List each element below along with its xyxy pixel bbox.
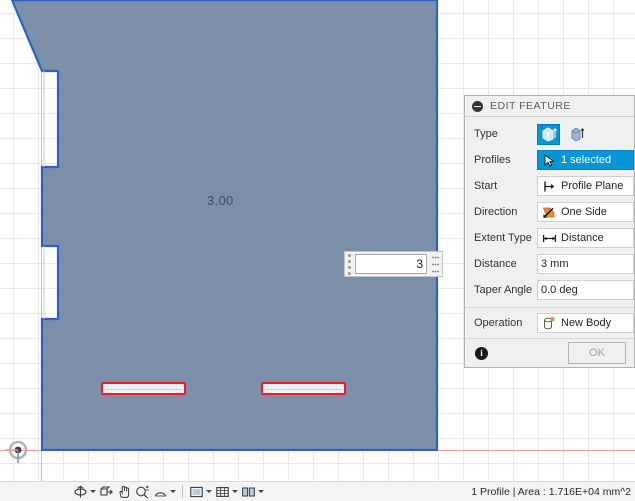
editor-options-handle[interactable]: [428, 252, 442, 276]
extruded-body-profile[interactable]: [11, 0, 438, 451]
direction-dropdown[interactable]: One Side: [537, 202, 634, 222]
row-label-profiles: Profiles: [474, 154, 511, 166]
editor-drag-handle-left[interactable]: [345, 252, 354, 276]
cursor-arrow-icon: [541, 152, 557, 168]
toolbar-divider-1: [182, 485, 183, 498]
row-label-start: Start: [474, 180, 498, 192]
extrude-surface-type-button[interactable]: [565, 124, 588, 145]
distance-value: 3 mm: [541, 258, 569, 270]
profiles-selection-field[interactable]: 1 selected: [537, 150, 634, 170]
orbit-caret-icon[interactable]: [90, 490, 96, 493]
distance-value-input[interactable]: [355, 254, 427, 274]
orbit-tool-button[interactable]: [72, 483, 97, 501]
dialog-footer: i OK: [465, 338, 634, 367]
operation-dropdown[interactable]: New Body: [537, 313, 634, 333]
viewports-caret-icon[interactable]: [258, 490, 264, 493]
bottom-status-bar: 1 Profile | Area : 1.716E+04 mm^2: [0, 481, 635, 501]
fit-icon: [154, 491, 167, 496]
info-icon[interactable]: i: [475, 346, 488, 360]
one-side-arrow-icon: [541, 204, 557, 220]
fit-caret-icon[interactable]: [170, 490, 176, 493]
ok-button[interactable]: OK: [568, 342, 626, 364]
look-at-icon: [100, 486, 114, 496]
row-operation: Operation New Body: [465, 310, 634, 336]
extent-type-dropdown[interactable]: Distance: [537, 228, 634, 248]
look-at-button[interactable]: [98, 483, 115, 501]
row-label-type: Type: [474, 128, 498, 140]
sketch-origin-marker[interactable]: [5, 437, 31, 463]
display-caret-icon[interactable]: [206, 490, 212, 493]
fit-tool-button[interactable]: [152, 483, 177, 501]
dialog-divider: [465, 307, 634, 308]
inline-value-editor[interactable]: [344, 251, 443, 277]
row-label-operation: Operation: [474, 317, 523, 329]
zoom-icon: [136, 485, 149, 498]
pan-tool-button[interactable]: [116, 483, 133, 501]
row-label-extent-type: Extent Type: [474, 232, 532, 244]
taper-angle-textbox[interactable]: 0.0 deg: [537, 280, 634, 300]
dialog-body: Type Profiles 1 selected Start Profile P…: [465, 117, 634, 338]
distance-arrows-icon: [541, 230, 557, 246]
row-extent-type: Extent Type Distance: [465, 225, 634, 251]
status-bar-text: 1 Profile | Area : 1.716E+04 mm^2: [471, 485, 631, 498]
row-direction: Direction One Side: [465, 199, 634, 225]
new-body-icon: [541, 315, 557, 331]
profiles-value: 1 selected: [561, 154, 612, 166]
row-label-direction: Direction: [474, 206, 518, 218]
selected-slot-profile-2[interactable]: [261, 382, 346, 395]
pan-hand-icon: [119, 485, 130, 498]
distance-textbox[interactable]: 3 mm: [537, 254, 634, 274]
grid-caret-icon[interactable]: [232, 490, 238, 493]
edit-feature-dialog[interactable]: EDIT FEATURE Type Profiles 1 selected St…: [464, 95, 635, 368]
viewports-icon: [242, 487, 255, 496]
extent-type-value: Distance: [561, 232, 604, 244]
fusion-app-window: 3.00 EDIT FEATURE: [0, 0, 635, 501]
dialog-titlebar[interactable]: EDIT FEATURE: [465, 96, 634, 117]
direction-value: One Side: [561, 206, 607, 218]
row-taper-angle: Taper Angle 0.0 deg: [465, 277, 634, 303]
selected-slot-profile-1[interactable]: [101, 382, 186, 395]
extrude-dimension-label: 3.00: [207, 193, 234, 208]
grid-icon: [216, 486, 229, 497]
taper-angle-value: 0.0 deg: [541, 284, 578, 296]
row-distance: Distance 3 mm: [465, 251, 634, 277]
dialog-title: EDIT FEATURE: [490, 100, 571, 112]
viewports-button[interactable]: [240, 483, 265, 501]
extrude-profile-type-button[interactable]: [537, 123, 560, 145]
start-dropdown[interactable]: Profile Plane: [537, 176, 634, 196]
start-value: Profile Plane: [561, 180, 624, 192]
operation-value: New Body: [561, 317, 612, 329]
row-label-taper-angle: Taper Angle: [474, 284, 533, 296]
row-type: Type: [465, 121, 634, 147]
orbit-icon: [74, 485, 87, 497]
display-icon: [190, 486, 203, 497]
navigation-toolbar: [0, 483, 265, 501]
display-settings-button[interactable]: [188, 483, 213, 501]
collapse-icon[interactable]: [472, 100, 483, 112]
type-toggle-group[interactable]: [537, 123, 634, 145]
grid-snaps-button[interactable]: [214, 483, 239, 501]
zoom-tool-button[interactable]: [134, 483, 151, 501]
row-profiles: Profiles 1 selected: [465, 147, 634, 173]
profile-plane-icon: [541, 178, 557, 194]
row-label-distance: Distance: [474, 258, 517, 270]
row-start: Start Profile Plane: [465, 173, 634, 199]
